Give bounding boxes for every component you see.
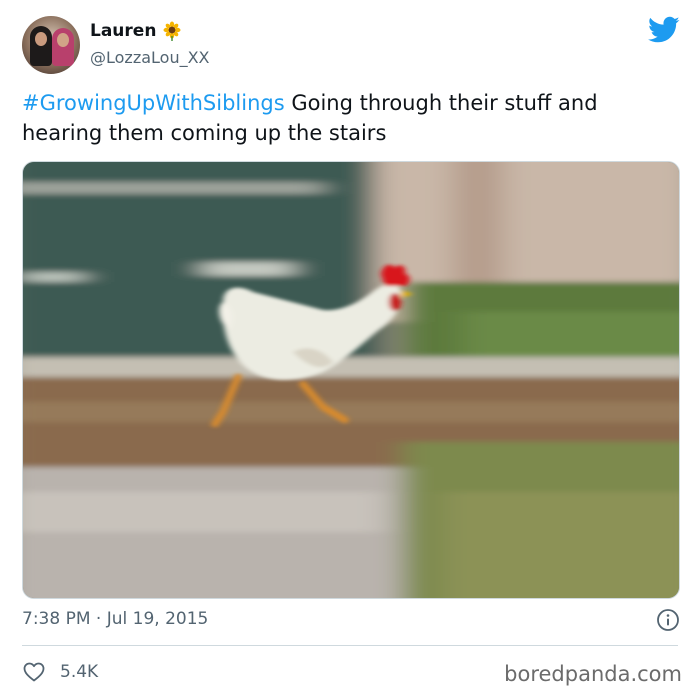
display-name-text: Lauren xyxy=(90,21,157,41)
tweet-text: #GrowingUpWithSiblings Going through the… xyxy=(22,88,672,148)
divider xyxy=(22,645,678,646)
heart-icon xyxy=(22,660,46,684)
info-icon[interactable] xyxy=(656,608,680,632)
hashtag-link[interactable]: #GrowingUpWithSiblings xyxy=(22,91,285,115)
twitter-bird-icon[interactable] xyxy=(648,16,680,44)
tweet-photo[interactable] xyxy=(22,161,680,599)
like-button[interactable]: 5.4K xyxy=(22,660,98,684)
like-count: 5.4K xyxy=(60,662,99,682)
tweet-timestamp[interactable]: 7:38 PM · Jul 19, 2015 xyxy=(22,609,208,629)
avatar[interactable] xyxy=(22,16,80,74)
user-handle[interactable]: @LozzaLou_XX xyxy=(90,48,210,67)
sunflower-icon xyxy=(162,21,182,41)
display-name[interactable]: Lauren xyxy=(90,21,182,41)
watermark: boredpanda.com xyxy=(504,662,682,686)
